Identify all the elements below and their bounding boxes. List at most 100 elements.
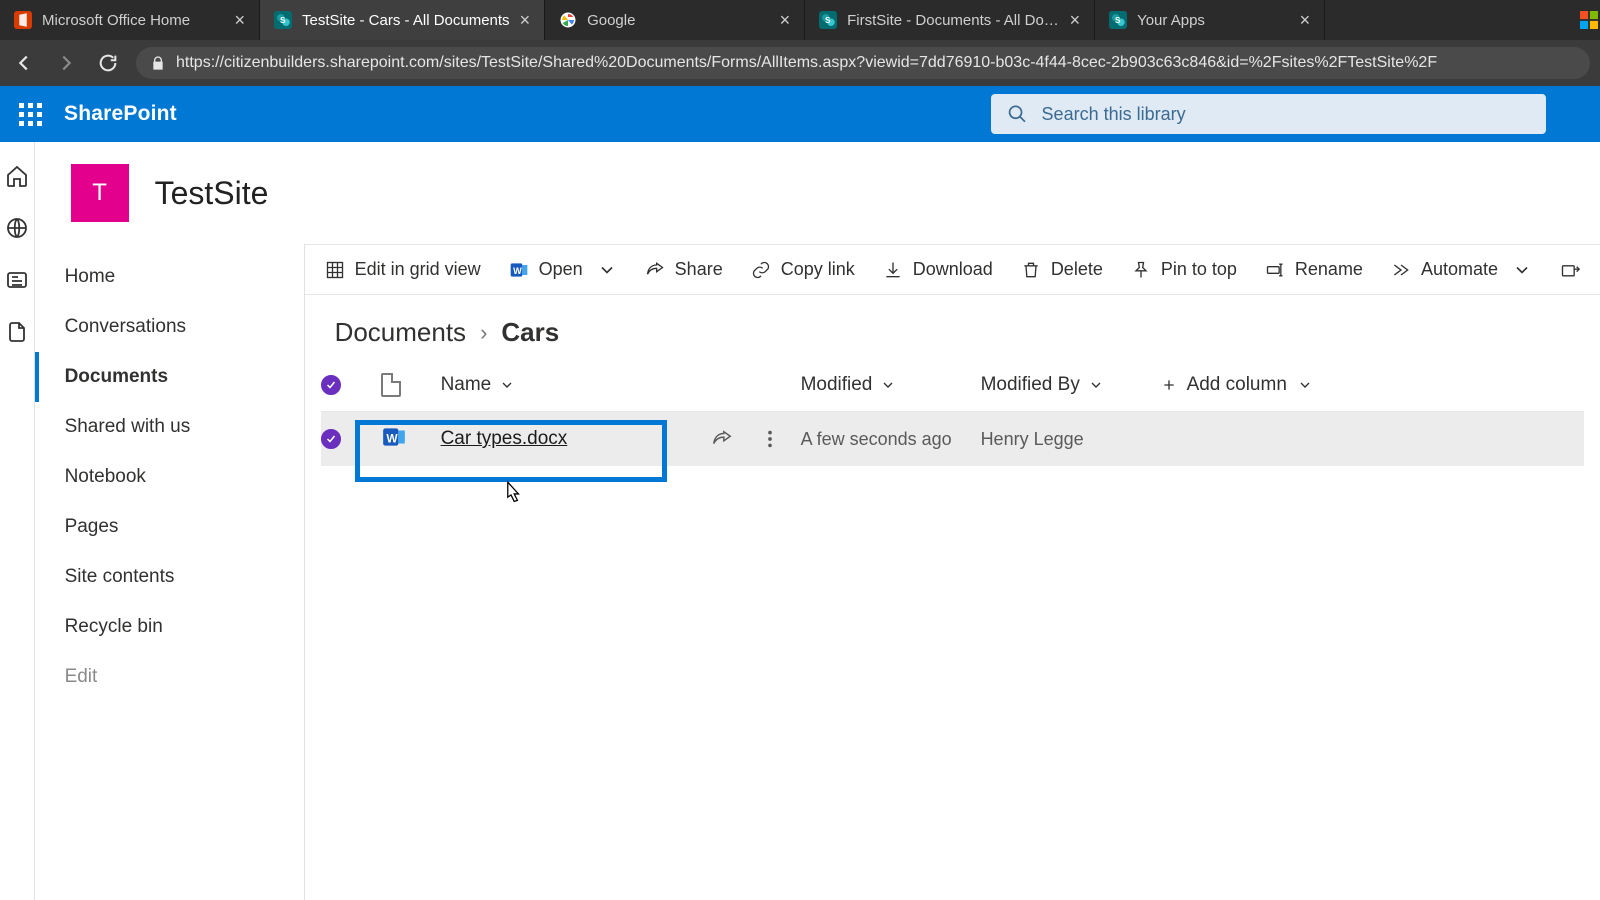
main-content: Edit in grid view W Open Share Copy link [305,244,1600,900]
site-title: TestSite [155,175,269,212]
name-header[interactable]: Name [441,374,801,396]
breadcrumb-parent[interactable]: Documents [335,317,467,348]
tab-title: Microsoft Office Home [42,12,224,29]
tab-title: Google [587,12,769,29]
check-circle-icon [321,375,341,395]
nav-home[interactable]: Home [35,252,304,302]
browser-tab[interactable]: S Your Apps × [1095,0,1325,40]
grid-header-row: Name Modified Modified By [321,358,1584,412]
link-icon [751,260,771,280]
row-modified-by: Henry Legge [981,429,1161,450]
rename-button[interactable]: Rename [1265,259,1363,280]
row-selector[interactable] [321,429,381,450]
search-input[interactable] [1042,104,1530,125]
tab-title: TestSite - Cars - All Documents [302,12,510,29]
cmd-label: Automate [1421,259,1498,280]
close-icon[interactable]: × [520,10,531,31]
nav-notebook[interactable]: Notebook [35,452,304,502]
row-file-type: W [381,424,441,455]
app-rail [0,142,35,900]
home-icon[interactable] [5,164,29,188]
sharepoint-icon: S [1109,11,1127,29]
breadcrumb-current: Cars [501,317,559,348]
close-icon[interactable]: × [780,10,791,31]
move-button[interactable] [1560,260,1580,280]
cmd-label: Edit in grid view [355,259,481,280]
check-circle-icon [321,429,341,449]
command-bar: Edit in grid view W Open Share Copy link [305,245,1600,294]
open-button[interactable]: W Open [509,259,617,280]
tab-title: FirstSite - Documents - All Docu [847,12,1059,29]
browser-tab[interactable]: S FirstSite - Documents - All Docu × [805,0,1095,40]
cmd-label: Download [913,259,993,280]
chevron-right-icon: › [480,320,487,346]
nav-documents[interactable]: Documents [35,352,304,402]
automate-button[interactable]: Automate [1391,259,1532,280]
browser-tab[interactable]: Google × [545,0,805,40]
header-label: Name [441,374,492,396]
more-icon[interactable] [759,428,781,450]
tab-title: Your Apps [1137,12,1289,29]
nav-edit[interactable]: Edit [35,652,304,702]
nav-conversations[interactable]: Conversations [35,302,304,352]
cmd-label: Copy link [781,259,855,280]
chevron-down-icon [499,377,515,393]
reload-button[interactable] [94,49,122,77]
modified-header[interactable]: Modified [801,374,981,396]
search-box[interactable] [991,94,1546,134]
edit-in-grid-button[interactable]: Edit in grid view [325,259,481,280]
left-nav: Home Conversations Documents Shared with… [35,244,305,900]
chevron-down-icon [880,377,896,393]
grid-icon [325,260,345,280]
download-button[interactable]: Download [883,259,993,280]
svg-text:S: S [1115,16,1121,25]
brand-label[interactable]: SharePoint [64,102,177,126]
svg-text:S: S [280,16,286,25]
microsoft-icon [1580,11,1598,29]
chevron-down-icon [1088,377,1104,393]
cmd-label: Rename [1295,259,1363,280]
nav-recycle-bin[interactable]: Recycle bin [35,602,304,652]
svg-text:S: S [825,16,831,25]
nav-shared-with-us[interactable]: Shared with us [35,402,304,452]
word-icon: W [509,260,529,280]
header-label: Modified [801,374,873,396]
site-logo[interactable]: T [71,164,129,222]
browser-tab-bar: Microsoft Office Home × S TestSite - Car… [0,0,1600,40]
row-modified: A few seconds ago [801,429,981,450]
document-grid: Name Modified Modified By [305,358,1600,466]
table-row[interactable]: W Car types.docx A few seconds ago Henry… [321,412,1584,466]
close-icon[interactable]: × [234,10,245,31]
back-button[interactable] [10,49,38,77]
news-icon[interactable] [5,268,29,292]
lock-icon [150,55,166,71]
rename-icon [1265,260,1285,280]
select-all-header[interactable] [321,375,381,395]
document-icon [381,373,401,397]
browser-tab[interactable]: Microsoft Office Home × [0,0,260,40]
add-column-button[interactable]: Add column [1161,374,1361,396]
breadcrumb: Documents › Cars [305,295,1600,358]
share-button[interactable]: Share [645,259,723,280]
nav-site-contents[interactable]: Site contents [35,552,304,602]
download-icon [883,260,903,280]
file-name-link[interactable]: Car types.docx [441,428,568,450]
share-icon[interactable] [711,428,733,450]
close-icon[interactable]: × [1070,10,1081,31]
copy-link-button[interactable]: Copy link [751,259,855,280]
files-icon[interactable] [5,320,29,344]
modified-by-header[interactable]: Modified By [981,374,1161,396]
search-icon [1007,103,1028,125]
globe-icon[interactable] [5,216,29,240]
nav-pages[interactable]: Pages [35,502,304,552]
trash-icon [1021,260,1041,280]
delete-button[interactable]: Delete [1021,259,1103,280]
app-launcher-icon[interactable] [14,98,46,130]
chevron-down-icon [597,260,617,280]
url-field[interactable]: https://citizenbuilders.sharepoint.com/s… [136,47,1590,79]
browser-tab[interactable]: S TestSite - Cars - All Documents × [260,0,545,40]
forward-button[interactable] [52,49,80,77]
type-header[interactable] [381,373,441,397]
close-icon[interactable]: × [1300,10,1311,31]
pin-to-top-button[interactable]: Pin to top [1131,259,1237,280]
